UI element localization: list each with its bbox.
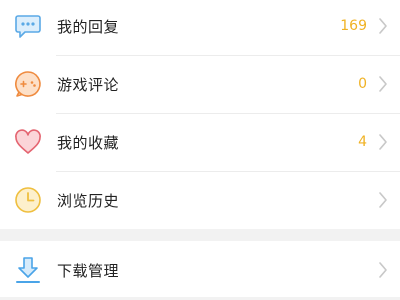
heart-icon xyxy=(12,126,44,158)
menu-item-download-manager[interactable]: 下载管理 xyxy=(0,241,400,299)
menu-item-label: 我的回复 xyxy=(57,17,120,36)
chat-bubble-icon xyxy=(12,10,44,42)
menu-item-label: 我的收藏 xyxy=(57,133,120,152)
review-count: 0 xyxy=(358,76,367,92)
section-gap xyxy=(0,229,400,241)
game-comment-icon xyxy=(12,68,44,100)
menu-item-my-replies[interactable]: 我的回复 169 xyxy=(0,0,400,55)
profile-menu-list: 我的回复 169 游戏评论 0 我的收藏 4 浏览历史 下载管理 xyxy=(0,0,400,300)
menu-item-label: 浏览历史 xyxy=(57,191,120,210)
download-icon xyxy=(12,254,44,286)
chevron-right-icon xyxy=(376,260,390,280)
chevron-right-icon xyxy=(376,74,390,94)
chevron-right-icon xyxy=(376,132,390,152)
favorite-count: 4 xyxy=(358,134,367,150)
menu-item-label: 下载管理 xyxy=(57,261,120,280)
chevron-right-icon xyxy=(376,190,390,210)
reply-count: 169 xyxy=(340,18,367,34)
chevron-right-icon xyxy=(376,16,390,36)
menu-item-game-reviews[interactable]: 游戏评论 0 xyxy=(0,55,400,113)
menu-item-my-favorites[interactable]: 我的收藏 4 xyxy=(0,113,400,171)
clock-icon xyxy=(12,184,44,216)
menu-item-label: 游戏评论 xyxy=(57,75,120,94)
menu-item-browse-history[interactable]: 浏览历史 xyxy=(0,171,400,229)
